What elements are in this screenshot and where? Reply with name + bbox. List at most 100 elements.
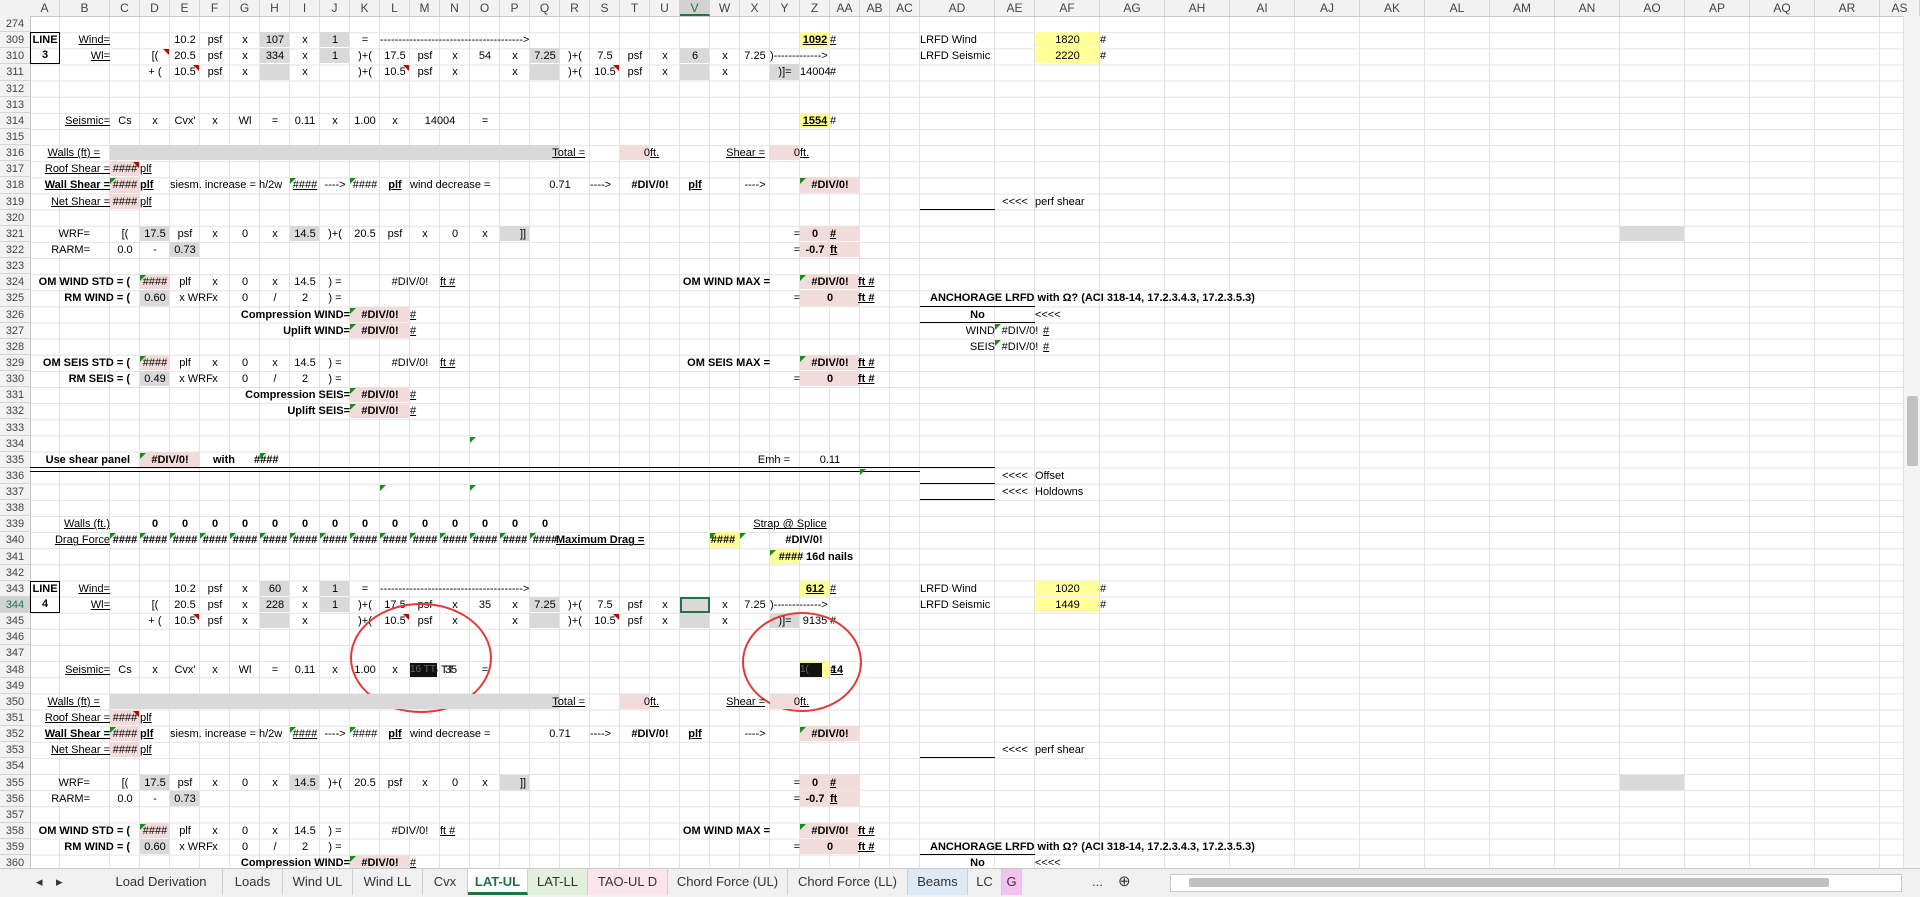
cell[interactable]: )+( — [560, 598, 590, 612]
column-header[interactable]: Y — [770, 0, 800, 16]
cell[interactable]: = — [260, 114, 290, 128]
vertical-scrollbar[interactable] — [1903, 16, 1920, 868]
rm-label[interactable]: RM WIND = ( — [30, 291, 130, 305]
row-header[interactable]: 339 — [0, 516, 30, 533]
cell[interactable]: x WRF — [176, 291, 216, 305]
cell[interactable]: psf — [170, 776, 200, 790]
wrf-label[interactable]: WRF= — [30, 776, 90, 790]
row-header[interactable]: 340 — [0, 532, 30, 549]
cell[interactable]: )+( — [350, 49, 380, 63]
cell[interactable]: / — [260, 840, 290, 854]
wind-total[interactable]: 612 — [800, 582, 830, 596]
cell[interactable]: Cs — [110, 114, 140, 128]
column-header[interactable]: AK — [1360, 0, 1425, 16]
row-header[interactable]: 310 — [0, 48, 30, 65]
wl-label[interactable]: Wl= — [60, 598, 110, 612]
wind-label[interactable]: Wind= — [60, 33, 111, 47]
cell[interactable]: Cvx' — [170, 114, 200, 128]
cell[interactable]: psf — [200, 65, 230, 79]
cell[interactable]: x — [200, 824, 230, 838]
cell[interactable]: x — [200, 275, 230, 289]
arrow-label[interactable]: <<<< — [995, 485, 1035, 499]
cell[interactable]: 0 — [440, 517, 470, 531]
column-header[interactable]: AL — [1425, 0, 1490, 16]
cell[interactable]: ----> — [740, 178, 770, 192]
seis-label[interactable]: SEIS — [920, 340, 995, 354]
cell[interactable]: x — [320, 114, 350, 128]
cell[interactable]: psf — [200, 598, 230, 612]
cell[interactable]: plf — [380, 727, 410, 741]
cell[interactable]: [( — [110, 227, 140, 241]
row-header[interactable]: 327 — [0, 323, 30, 339]
column-header[interactable]: C — [110, 0, 140, 16]
cell[interactable]: #### — [254, 453, 284, 467]
row-header[interactable]: 336 — [0, 468, 30, 485]
cell[interactable]: x — [500, 598, 530, 612]
cell[interactable]: x — [230, 65, 260, 79]
cell[interactable]: 17.5 — [140, 776, 170, 790]
cell[interactable]: = — [770, 792, 800, 806]
row-header[interactable]: 312 — [0, 81, 30, 97]
wind-decrease-label[interactable]: wind decrease = — [410, 727, 530, 741]
om-max-label[interactable]: OM WIND MAX = — [650, 824, 770, 838]
seismic-weight[interactable]: 14004 — [410, 114, 470, 128]
cell[interactable]: 0 — [440, 227, 470, 241]
cell[interactable]: x — [260, 776, 290, 790]
column-header[interactable]: AG — [1100, 0, 1165, 16]
cell[interactable]: #### — [110, 195, 140, 209]
row-header[interactable]: 328 — [0, 339, 30, 355]
cell[interactable]: 0 — [800, 291, 860, 305]
sheet-tab[interactable]: Beams — [908, 869, 968, 895]
cell[interactable]: 60 — [260, 582, 290, 596]
column-header[interactable]: M — [410, 0, 440, 16]
wall-shear-label[interactable]: Wall Shear = — [30, 727, 110, 741]
row-header[interactable]: 348 — [0, 662, 30, 678]
total-label[interactable]: Total = — [530, 695, 585, 709]
cell[interactable]: 0 — [230, 824, 260, 838]
cell[interactable]: ]] — [520, 227, 550, 241]
anchorage-option[interactable]: No — [920, 308, 1035, 322]
cell[interactable]: 7.5 — [590, 49, 620, 63]
om-max-label[interactable]: OM WIND MAX = — [650, 275, 770, 289]
wind-label[interactable]: WIND — [920, 324, 995, 338]
cell[interactable]: x — [650, 49, 680, 63]
cell[interactable]: ft. — [650, 695, 680, 709]
cell[interactable]: ) = — [320, 372, 350, 386]
row-header[interactable]: 347 — [0, 645, 30, 662]
cell[interactable]: x — [290, 582, 320, 596]
cell[interactable]: 14.5 — [290, 227, 320, 241]
cell[interactable]: #DIV/0! — [620, 727, 680, 741]
cell[interactable]: #DIV/0! — [800, 727, 860, 741]
dashed-arrow[interactable]: )-------------> — [770, 49, 850, 63]
total-label[interactable]: Total = — [530, 146, 585, 160]
cell[interactable]: x — [200, 227, 230, 241]
cell[interactable]: psf — [380, 776, 410, 790]
cell[interactable]: plf — [680, 727, 710, 741]
column-header[interactable]: O — [470, 0, 500, 16]
compression-label[interactable]: Compression WIND= — [170, 308, 350, 322]
cell[interactable]: [( — [110, 776, 140, 790]
walls-label[interactable]: Walls (ft.) — [30, 517, 110, 531]
compression-label[interactable]: Compression SEIS= — [170, 388, 350, 402]
wind-decrease-label[interactable]: wind decrease = — [410, 178, 530, 192]
cell[interactable]: psf — [200, 582, 230, 596]
cell[interactable]: - — [140, 243, 170, 257]
column-header[interactable]: AB — [860, 0, 890, 16]
cell[interactable]: 0.0 — [110, 243, 140, 257]
cell[interactable]: 0 — [350, 517, 380, 531]
strap-splice-label[interactable]: Strap @ Splice — [730, 517, 850, 531]
uplift-label[interactable]: Uplift WIND= — [170, 324, 350, 338]
row-header[interactable]: 359 — [0, 839, 30, 856]
cell[interactable]: 0 — [230, 517, 260, 531]
cell[interactable]: 35 — [470, 598, 500, 612]
net-shear-label[interactable]: Net Shear = — [30, 195, 110, 209]
cell[interactable]: ----> — [320, 727, 350, 741]
weight-total[interactable]: 14004 — [800, 65, 831, 79]
cell[interactable]: ft. — [800, 695, 830, 709]
anchorage-title[interactable]: ANCHORAGE LRFD with Ω? (ACI 318-14, 17.2… — [930, 291, 1330, 305]
cell[interactable]: x — [380, 114, 410, 128]
line-number[interactable]: 4 — [30, 597, 60, 611]
wind-label[interactable]: Wind= — [60, 582, 111, 596]
cell[interactable]: = — [770, 372, 800, 386]
row-header[interactable]: 354 — [0, 758, 30, 775]
